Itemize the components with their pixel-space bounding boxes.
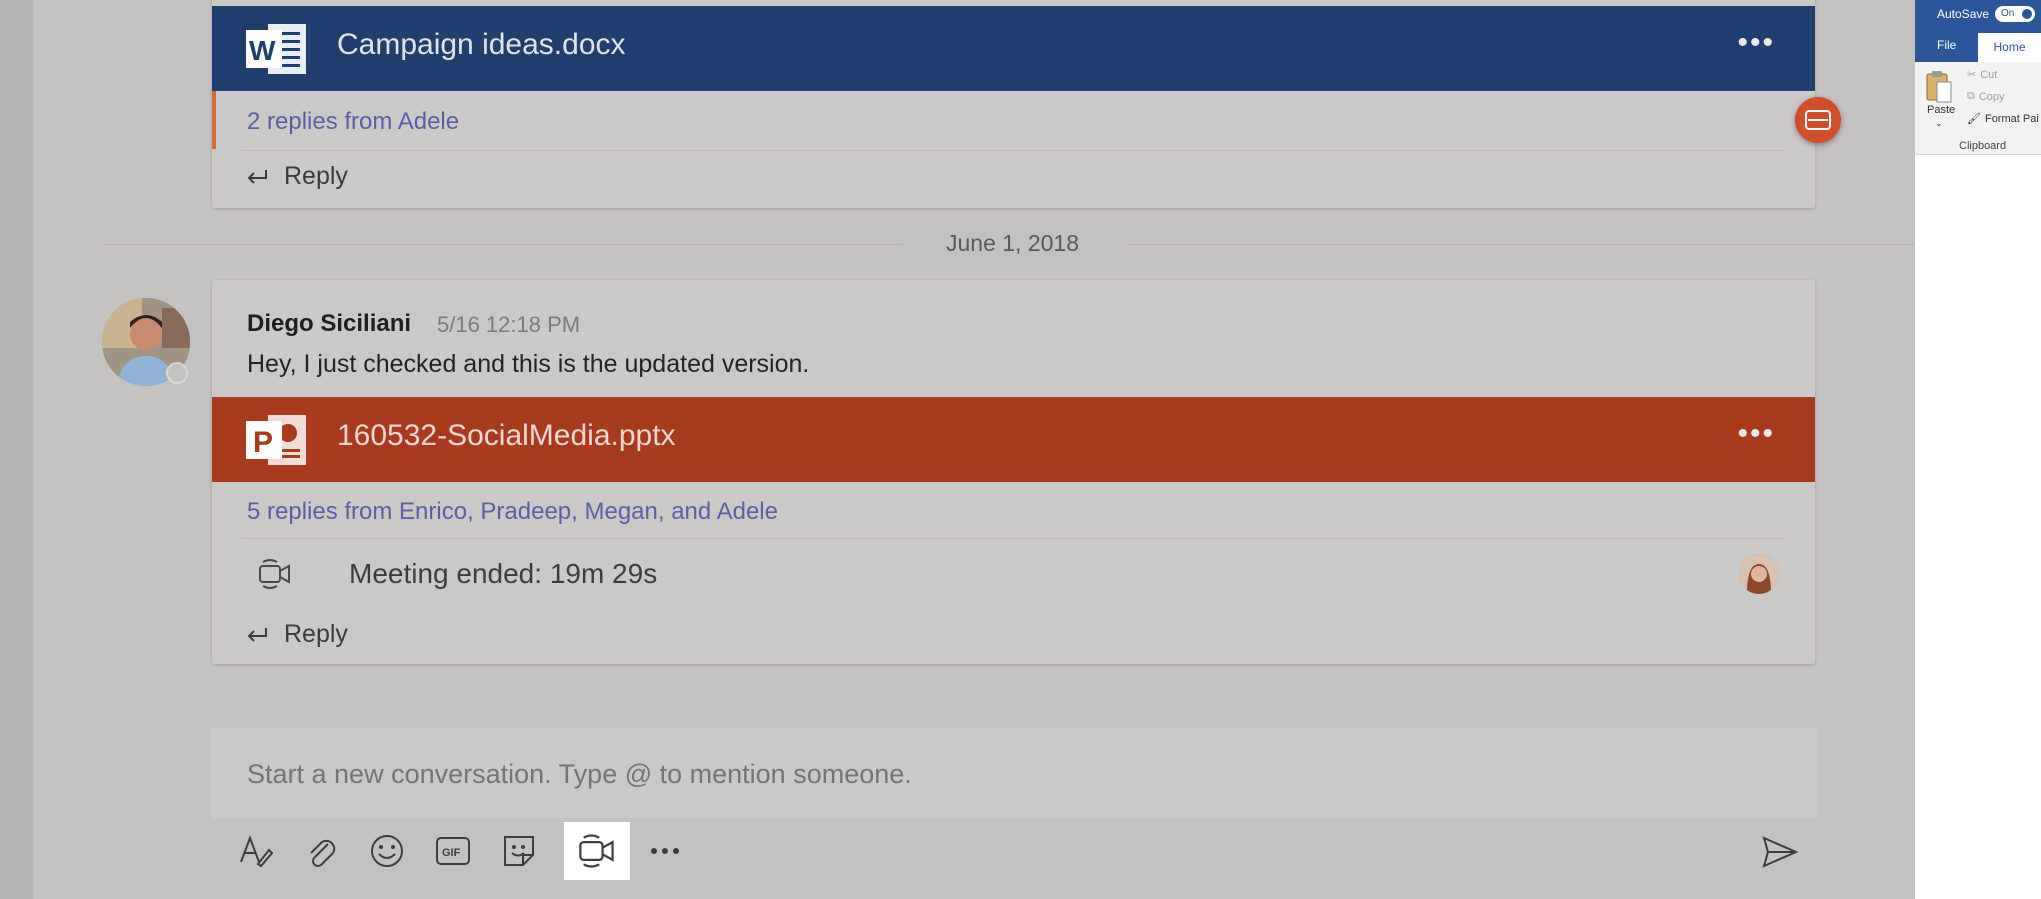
- autosave-state: On: [2001, 8, 2015, 19]
- more-icon: [651, 848, 679, 854]
- svg-text:P: P: [253, 426, 273, 459]
- scissors-icon: ✂: [1967, 69, 1977, 81]
- autosave-label: AutoSave: [1937, 7, 1990, 21]
- message-text: Hey, I just checked and this is the upda…: [247, 350, 810, 378]
- paste-label[interactable]: Paste: [1927, 104, 1955, 116]
- tab-file[interactable]: File: [1937, 38, 1956, 52]
- divider: [242, 150, 1785, 151]
- reply-button[interactable]: Reply: [244, 162, 348, 191]
- reply-icon: [247, 169, 267, 184]
- gif-button[interactable]: GIF: [420, 822, 486, 880]
- meet-now-button[interactable]: [564, 822, 630, 880]
- emoji-icon: [371, 835, 403, 867]
- compose-input[interactable]: [245, 758, 1649, 791]
- format-button[interactable]: [222, 822, 288, 880]
- paste-icon[interactable]: [1925, 70, 1953, 104]
- emoji-button[interactable]: [354, 822, 420, 880]
- file-name[interactable]: Campaign ideas.docx: [337, 28, 626, 62]
- more-button[interactable]: [632, 822, 698, 880]
- autosave-toggle[interactable]: On: [1995, 6, 2035, 22]
- sender-name[interactable]: Diego Siciliani: [247, 310, 411, 338]
- meeting-ended-row[interactable]: Meeting ended: 19m 29s: [257, 556, 657, 592]
- thread-card-campaign: W Campaign ideas.docx ••• 2 replies from…: [212, 0, 1815, 208]
- meeting-ended-text: Meeting ended: 19m 29s: [349, 558, 658, 589]
- copy-icon: ⧉: [1967, 90, 1975, 102]
- reply-label: Reply: [284, 162, 348, 190]
- toggle-knob: [2022, 9, 2032, 19]
- reply-button[interactable]: Reply: [244, 620, 348, 649]
- video-call-icon: [259, 559, 290, 589]
- format-painter-button[interactable]: 🖌 Format Pai: [1967, 112, 2039, 126]
- attach-icon: [310, 839, 336, 867]
- tab-home[interactable]: Home: [1978, 33, 2041, 62]
- participant-avatar[interactable]: [1739, 554, 1779, 594]
- ribbon-tabs: File Home: [1915, 30, 2041, 62]
- send-icon: [1762, 836, 1799, 868]
- meet-now-icon: [579, 834, 614, 868]
- copy-label: Copy: [1978, 90, 2005, 103]
- attach-button[interactable]: [288, 822, 354, 880]
- format-painter-label: Format Pai: [1984, 112, 2039, 125]
- compose-box[interactable]: [211, 728, 1817, 818]
- replies-link[interactable]: 5 replies from Enrico, Pradeep, Megan, a…: [247, 498, 778, 526]
- sticker-icon: [504, 836, 534, 866]
- send-button[interactable]: [1760, 832, 1806, 872]
- reply-icon: [247, 627, 267, 642]
- format-icon: [240, 835, 274, 868]
- message-timestamp: 5/16 12:18 PM: [437, 312, 581, 337]
- file-attachment-powerpoint[interactable]: P 160532-SocialMedia.pptx •••: [212, 397, 1815, 482]
- title-bar: AutoSave On: [1915, 0, 2041, 30]
- clipboard-group: Paste ⌄ ✂ Cut ⧉ Copy 🖌 Format Pai Clipbo…: [1915, 62, 2041, 155]
- file-name[interactable]: 160532-SocialMedia.pptx: [337, 419, 676, 453]
- word-ribbon-pane: AutoSave On File Home Paste ⌄ ✂ Cut ⧉ Co…: [1915, 0, 2041, 899]
- floating-action-button[interactable]: [1795, 97, 1841, 143]
- participant-avatar-image: [1739, 554, 1779, 594]
- more-options-icon[interactable]: •••: [1737, 26, 1775, 60]
- svg-text:W: W: [249, 35, 276, 66]
- gif-icon: GIF: [436, 837, 470, 865]
- compose-toolbar: GIF: [212, 822, 1816, 882]
- sticker-button[interactable]: [486, 822, 552, 880]
- chevron-down-icon[interactable]: ⌄: [1935, 118, 1943, 129]
- clipboard-group-label: Clipboard: [1959, 140, 2007, 152]
- copy-button[interactable]: ⧉ Copy: [1967, 90, 2005, 103]
- date-divider-left: [102, 244, 902, 245]
- cut-button[interactable]: ✂ Cut: [1967, 68, 1998, 82]
- cut-label: Cut: [1980, 68, 1998, 81]
- more-options-icon[interactable]: •••: [1737, 417, 1775, 451]
- replies-link[interactable]: 2 replies from Adele: [247, 108, 459, 136]
- divider: [242, 538, 1785, 539]
- panel-icon: [1805, 110, 1831, 130]
- word-icon: W: [246, 24, 306, 74]
- date-separator: June 1, 2018: [946, 230, 1080, 256]
- reply-label: Reply: [284, 620, 348, 648]
- thread-card-socialmedia: Diego Siciliani 5/16 12:18 PM Hey, I jus…: [212, 280, 1815, 664]
- file-attachment-word[interactable]: W Campaign ideas.docx •••: [212, 6, 1815, 91]
- left-rail: [0, 0, 34, 899]
- svg-text:GIF: GIF: [442, 847, 461, 859]
- date-divider-right: [1126, 244, 1915, 245]
- unread-marker: [212, 91, 216, 149]
- powerpoint-icon: P: [246, 415, 306, 465]
- paintbrush-icon: 🖌: [1967, 113, 1981, 125]
- presence-status-icon: [166, 362, 188, 384]
